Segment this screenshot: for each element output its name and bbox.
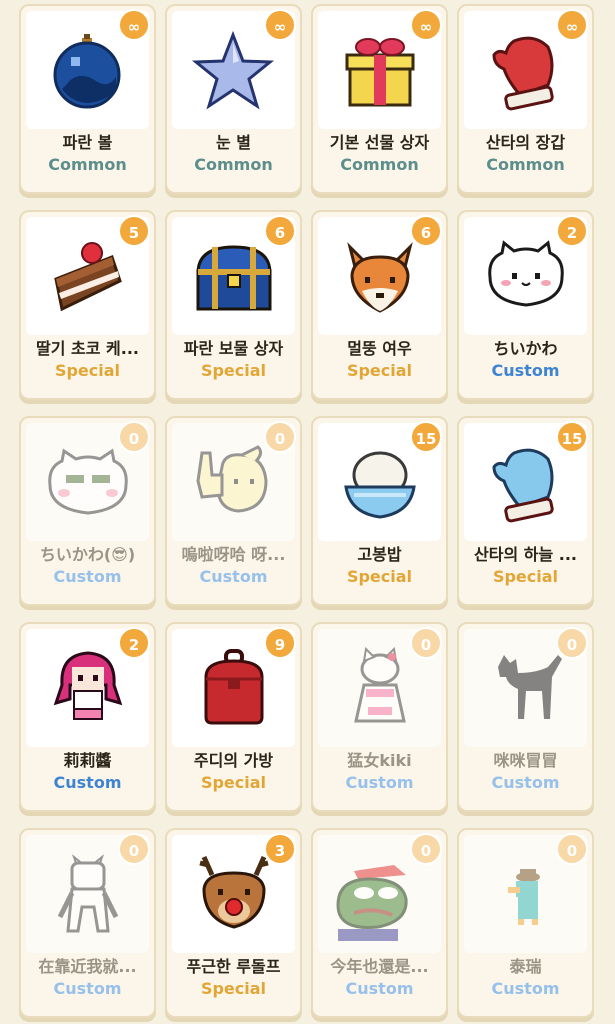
item-name: 주디의 가방 [193, 751, 274, 770]
item-card-platypus[interactable]: 0 泰瑞 Custom [457, 828, 594, 1018]
count-badge: 15 [556, 421, 588, 453]
item-name: 嗚啦呀哈 呀... [181, 545, 286, 564]
count-badge: ∞ [556, 9, 588, 41]
rarity-label: Custom [199, 567, 268, 586]
count-badge: 15 [410, 421, 442, 453]
item-grid: ∞ 파란 볼 Common ∞ 눈 별 Common ∞ 기본 선물 상자 Co… [0, 0, 615, 1024]
item-card-blue-ornament[interactable]: ∞ 파란 볼 Common [19, 4, 156, 194]
rarity-label: Common [194, 155, 273, 174]
count-badge: 6 [410, 215, 442, 247]
item-name: ちいかわ(😎) [39, 545, 136, 564]
count-badge: 5 [118, 215, 150, 247]
count-badge: 0 [556, 627, 588, 659]
item-name: 莉莉醬 [63, 751, 112, 770]
item-card-strawberry-cake[interactable]: 5 딸기 초코 케... Special [19, 210, 156, 400]
item-name: 泰瑞 [509, 957, 542, 976]
rarity-label: Custom [491, 361, 560, 380]
rarity-label: Common [340, 155, 419, 174]
count-badge: 3 [264, 833, 296, 865]
rarity-label: Common [486, 155, 565, 174]
item-name: 기본 선물 상자 [329, 133, 430, 152]
item-card-sad-frog[interactable]: 0 今年也還是... Custom [311, 828, 448, 1018]
rarity-label: Custom [53, 979, 122, 998]
count-badge: 0 [556, 833, 588, 865]
rarity-label: Custom [53, 567, 122, 586]
rarity-label: Special [346, 567, 413, 586]
rarity-label: Special [54, 361, 121, 380]
item-name: 멀뚱 여우 [347, 339, 412, 358]
count-badge: 0 [410, 833, 442, 865]
item-name: 今年也還是... [330, 957, 429, 976]
rarity-label: Custom [345, 773, 414, 792]
item-card-white-cat[interactable]: 0 在靠近我就... Custom [19, 828, 156, 1018]
item-name: 파란 볼 [62, 133, 113, 152]
item-name: 고봉밥 [357, 545, 402, 564]
item-card-chiikawa[interactable]: 2 ちいかわ Custom [457, 210, 594, 400]
rarity-label: Special [200, 773, 267, 792]
item-name: 산타의 장갑 [485, 133, 566, 152]
item-name: 在靠近我就... [38, 957, 137, 976]
count-badge: 0 [118, 833, 150, 865]
rarity-label: Custom [491, 979, 560, 998]
item-card-snow-star[interactable]: ∞ 눈 별 Common [165, 4, 302, 194]
rarity-label: Custom [53, 773, 122, 792]
item-card-chiikawa-sunglasses[interactable]: 0 ちいかわ(😎) Custom [19, 416, 156, 606]
count-badge: 9 [264, 627, 296, 659]
item-card-blue-mitten[interactable]: 15 산타의 하늘 ... Special [457, 416, 594, 606]
item-card-black-cat[interactable]: 0 咪咪冒冒 Custom [457, 622, 594, 812]
item-card-treasure-chest[interactable]: 6 파란 보물 상자 Special [165, 210, 302, 400]
item-card-thumbs-up-bunny[interactable]: 0 嗚啦呀哈 呀... Custom [165, 416, 302, 606]
rarity-label: Special [200, 361, 267, 380]
count-badge: 0 [264, 421, 296, 453]
item-name: 딸기 초코 케... [36, 339, 139, 358]
item-card-reindeer[interactable]: 3 푸근한 루돌프 Special [165, 828, 302, 1018]
count-badge: 6 [264, 215, 296, 247]
rarity-label: Special [200, 979, 267, 998]
count-badge: 2 [118, 627, 150, 659]
item-name: 푸근한 루돌프 [186, 957, 281, 976]
item-name: 눈 별 [215, 133, 251, 152]
rarity-label: Special [346, 361, 413, 380]
rarity-label: Custom [345, 979, 414, 998]
count-badge: ∞ [410, 9, 442, 41]
item-card-red-backpack[interactable]: 9 주디의 가방 Special [165, 622, 302, 812]
count-badge: ∞ [118, 9, 150, 41]
rarity-label: Custom [491, 773, 560, 792]
item-name: 咪咪冒冒 [493, 751, 558, 770]
item-card-gift-box[interactable]: ∞ 기본 선물 상자 Common [311, 4, 448, 194]
count-badge: ∞ [264, 9, 296, 41]
count-badge: 0 [118, 421, 150, 453]
item-card-rice-bowl[interactable]: 15 고봉밥 Special [311, 416, 448, 606]
item-name: 산타의 하늘 ... [474, 545, 577, 564]
item-name: 猛女kiki [347, 751, 412, 770]
item-name: ちいかわ [493, 339, 558, 358]
rarity-label: Special [492, 567, 559, 586]
item-card-kitty[interactable]: 0 猛女kiki Custom [311, 622, 448, 812]
count-badge: 2 [556, 215, 588, 247]
item-name: 파란 보물 상자 [183, 339, 284, 358]
item-card-red-mitten[interactable]: ∞ 산타의 장갑 Common [457, 4, 594, 194]
count-badge: 0 [410, 627, 442, 659]
rarity-label: Common [48, 155, 127, 174]
item-card-pink-hair-girl[interactable]: 2 莉莉醬 Custom [19, 622, 156, 812]
item-card-fox[interactable]: 6 멀뚱 여우 Special [311, 210, 448, 400]
